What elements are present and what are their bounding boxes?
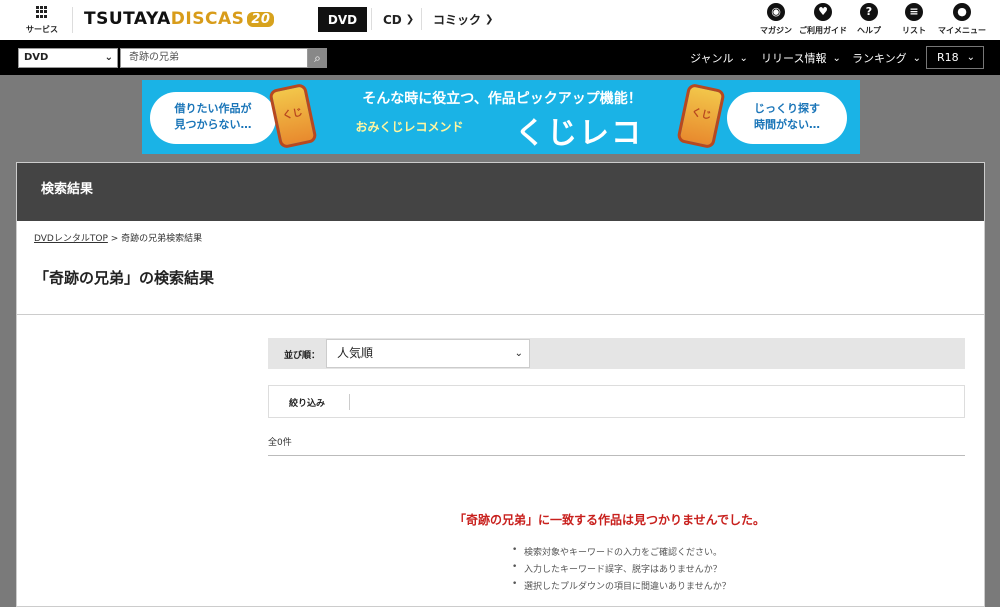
banner-right-line2: 時間がない… [754, 118, 820, 131]
banner-right-line1: じっくり探す [754, 102, 820, 115]
banner-left-line2: 見つからない… [174, 118, 252, 131]
omikuji-icon: くじ [268, 82, 318, 150]
ranking-menu[interactable]: ランキング ⌄ [852, 50, 921, 66]
list-item: 選択したプルダウンの項目に間違いありませんか？ [512, 579, 731, 596]
chevron-down-icon: ⌄ [966, 52, 975, 63]
logo-badge-20: 20 [247, 11, 275, 27]
services-button[interactable]: サービス [22, 4, 62, 35]
omikuji-icon: くじ [676, 82, 726, 150]
kuji-label: くじ [690, 107, 713, 122]
banner-brand: くじレコ [515, 116, 643, 151]
chevron-down-icon: ⌄ [739, 52, 748, 64]
release-menu[interactable]: リリース情報 ⌄ [761, 50, 841, 66]
chevron-right-icon: ❯ [405, 14, 415, 25]
banner-left-bubble: 借りたい作品が 見つからない… [150, 92, 276, 144]
chevron-down-icon: ⌄ [104, 52, 113, 63]
divider [349, 394, 350, 410]
magazine-icon: ◉ [767, 3, 785, 21]
guide-button[interactable]: ♥ ご利用ガイド [796, 3, 850, 36]
category-value: DVD [24, 52, 49, 63]
release-label: リリース情報 [761, 52, 827, 65]
my-menu-label: マイメニュー [938, 26, 986, 35]
list-button[interactable]: ≡ リスト [897, 3, 931, 36]
chevron-down-icon: ⌄ [832, 52, 841, 64]
tab-comic[interactable]: コミック ❯ [433, 7, 493, 32]
help-button[interactable]: ? ヘルプ [852, 3, 886, 36]
filter-bar: 絞り込み [268, 385, 965, 418]
guide-label: ご利用ガイド [799, 26, 847, 35]
breadcrumb-current: 奇跡の兄弟検索結果 [121, 234, 203, 244]
logo-text-discas: DISCAS [170, 9, 245, 29]
user-icon: ● [953, 3, 971, 21]
genre-label: ジャンル [690, 52, 734, 65]
section-title: 検索結果 [41, 182, 94, 197]
no-results-message: 「奇跡の兄弟」に一致する作品は見つかりませんでした。 [454, 513, 766, 527]
list-icon: ≡ [905, 3, 923, 21]
page-title: 「奇跡の兄弟」の検索結果 [34, 269, 215, 287]
search-query-text: 奇跡の兄弟 [129, 52, 179, 63]
search-icon: ⌕ [314, 51, 321, 65]
kujireco-banner[interactable]: 借りたい作品が 見つからない… くじ そんな時に役立つ、作品ピックアップ機能！ … [142, 80, 860, 154]
search-button[interactable]: ⌕ [308, 48, 327, 68]
breadcrumb: DVDレンタルTOP > 奇跡の兄弟検索結果 [34, 231, 202, 244]
sort-bar: 並び順： 人気順 ⌄ [268, 338, 965, 369]
category-select[interactable]: DVD ⌄ [18, 48, 118, 68]
tab-comic-label: コミック [433, 13, 482, 27]
tab-divider [421, 8, 422, 30]
divider [268, 455, 965, 456]
r18-select[interactable]: R18 ⌄ [926, 46, 984, 69]
kuji-label: くじ [281, 107, 304, 122]
breadcrumb-separator: > [107, 234, 122, 244]
genre-menu[interactable]: ジャンル ⌄ [690, 50, 748, 66]
filter-button[interactable]: 絞り込み [289, 396, 325, 409]
magazine-button[interactable]: ◉ マガジン [758, 3, 794, 36]
breadcrumb-home-link[interactable]: DVDレンタルTOP [34, 234, 108, 244]
tab-dvd-label: DVD [327, 12, 358, 27]
search-tips-list: 検索対象やキーワードの入力をご確認ください。 入力したキーワード誤字、脱字はあり… [512, 545, 731, 596]
tab-divider [371, 8, 372, 30]
result-count: 全0件 [268, 438, 292, 448]
help-label: ヘルプ [857, 26, 881, 35]
logo-text-tsutaya: TSUTAYA [84, 9, 171, 29]
banner-headline: そんな時に役立つ、作品ピックアップ機能！ [362, 91, 642, 107]
chevron-right-icon: ❯ [485, 14, 494, 25]
ranking-label: ランキング [852, 52, 907, 65]
r18-label: R18 [937, 51, 959, 64]
tab-dvd[interactable]: DVD [318, 7, 367, 32]
list-item: 検索対象やキーワードの入力をご確認ください。 [512, 545, 731, 562]
help-icon: ? [860, 3, 878, 21]
search-results-card: 検索結果 DVDレンタルTOP > 奇跡の兄弟検索結果 「奇跡の兄弟」の検索結果… [16, 162, 985, 607]
banner-left-line1: 借りたい作品が [174, 102, 252, 115]
my-menu-button[interactable]: ● マイメニュー [937, 3, 987, 36]
banner-right-bubble: じっくり探す 時間がない… [727, 92, 847, 144]
sort-value: 人気順 [337, 346, 374, 360]
search-input[interactable]: 奇跡の兄弟 [120, 48, 308, 68]
chevron-down-icon: ⌄ [514, 348, 523, 359]
list-item: 入力したキーワード誤字、脱字はありませんか？ [512, 562, 731, 579]
grid-icon [36, 6, 48, 18]
divider [72, 7, 73, 33]
chevron-down-icon: ⌄ [912, 52, 922, 64]
search-bar: DVD ⌄ 奇跡の兄弟 ⌕ ジャンル ⌄ リリース情報 ⌄ ランキング ⌄ R18 ⌄ [0, 40, 1000, 75]
list-label: リスト [902, 26, 926, 35]
top-header: サービス TSUTAYA DISCAS 20 DVD CD ❯ コミック ❯ ◉ マ… [0, 0, 1000, 40]
services-label: サービス [26, 25, 58, 34]
sort-select[interactable]: 人気順 ⌄ [326, 339, 530, 368]
divider [17, 314, 984, 315]
section-header: 検索結果 [17, 163, 984, 221]
guide-icon: ♥ [814, 3, 832, 21]
site-logo[interactable]: TSUTAYA DISCAS 20 [84, 8, 275, 30]
magazine-label: マガジン [760, 26, 792, 35]
sort-label: 並び順： [284, 351, 321, 361]
banner-subtitle: おみくじレコメンド [355, 120, 464, 134]
tab-cd[interactable]: CD ❯ [383, 7, 414, 32]
tab-cd-label: CD [383, 12, 402, 27]
